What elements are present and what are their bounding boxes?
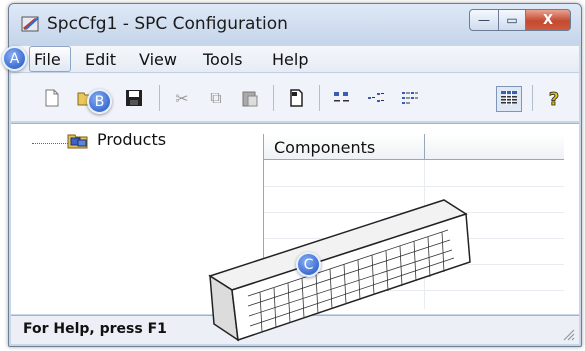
menu-tools[interactable]: Tools <box>203 50 242 69</box>
svg-text:?: ? <box>549 89 559 108</box>
menu-file[interactable]: File <box>29 46 71 72</box>
new-icon[interactable] <box>41 87 63 109</box>
menu-view[interactable]: View <box>139 50 177 69</box>
help-icon[interactable]: ? <box>543 87 565 109</box>
list-view-icon[interactable] <box>399 87 421 109</box>
document-icon[interactable] <box>285 87 307 109</box>
menu-edit[interactable]: Edit <box>85 50 116 69</box>
status-text: For Help, press F1 <box>23 321 167 337</box>
tree-connector <box>32 143 70 144</box>
menu-file-label: File <box>34 49 61 69</box>
paste-icon[interactable] <box>239 87 261 109</box>
window-title: SpcCfg1 - SPC Configuration <box>47 14 288 34</box>
details-view-icon[interactable] <box>498 87 520 109</box>
maximize-button[interactable]: ▭ <box>499 9 526 31</box>
callout-c: C <box>296 252 321 277</box>
app-icon <box>21 16 39 32</box>
large-icons-icon[interactable] <box>331 87 353 109</box>
small-icons-icon[interactable] <box>365 87 387 109</box>
callout-b: B <box>87 89 112 114</box>
tree-folder-icon <box>67 134 88 149</box>
tree-item-products[interactable]: Products <box>97 130 166 149</box>
keyboard-icon <box>208 199 471 342</box>
callout-a: A <box>2 46 27 71</box>
title-bar[interactable]: SpcCfg1 - SPC Configuration — ▭ X <box>9 4 581 44</box>
resize-grip-icon[interactable] <box>561 327 575 341</box>
minimize-button[interactable]: — <box>469 9 499 31</box>
save-icon[interactable] <box>123 87 145 109</box>
menu-help[interactable]: Help <box>272 50 308 69</box>
menu-bar: File Edit View Tools Help <box>11 46 579 73</box>
column-header-components[interactable]: Components <box>274 138 375 157</box>
close-button[interactable]: X <box>526 9 571 31</box>
list-header: Components <box>264 134 564 160</box>
cut-icon[interactable]: ✂ <box>171 87 193 109</box>
copy-icon[interactable]: ⧉ <box>205 87 227 109</box>
